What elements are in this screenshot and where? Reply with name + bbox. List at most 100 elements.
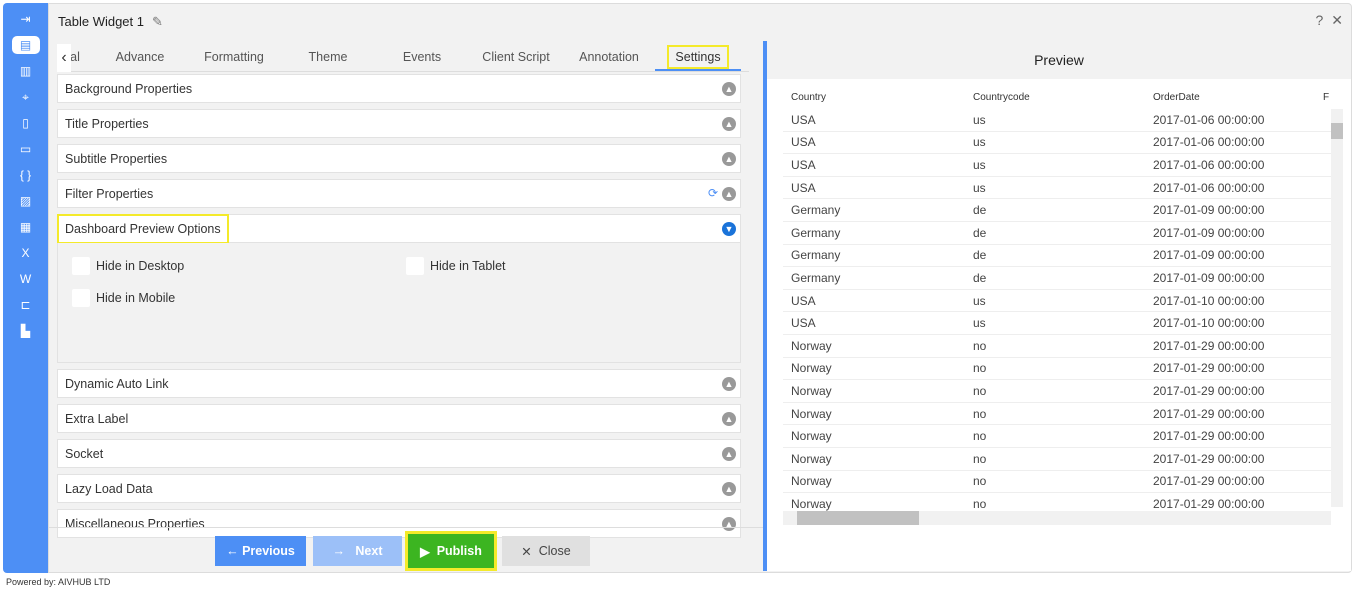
table-row[interactable]: Norway no 2017-01-29 00:00:00 (783, 380, 1331, 403)
table-cell: 2017-01-29 00:00:00 (1153, 429, 1265, 444)
table-row[interactable]: Germany de 2017-01-09 00:00:00 (783, 199, 1331, 222)
close-button[interactable]: ✕ Close (502, 536, 590, 566)
vertical-scrollbar[interactable] (1331, 109, 1343, 507)
table-cell: Norway (791, 383, 832, 398)
table-cell: no (973, 406, 987, 421)
hide-desktop-checkbox[interactable]: Hide in Desktop (72, 257, 184, 275)
table-cell: 2017-01-09 00:00:00 (1153, 203, 1265, 218)
table-cell: 2017-01-09 00:00:00 (1153, 248, 1265, 263)
dashboard-preview-options: Hide in Desktop Hide in Tablet Hide in M… (57, 243, 741, 363)
hide-mobile-checkbox[interactable]: Hide in Mobile (72, 289, 175, 307)
chevron-up-icon[interactable]: ▲ (722, 117, 736, 131)
tab-annotation[interactable]: Annotation (563, 44, 655, 71)
table-cell: USA (791, 112, 816, 127)
table-cell: USA (791, 157, 816, 172)
table-cell: 2017-01-29 00:00:00 (1153, 338, 1265, 353)
table-header: Country Countrycode OrderDate F (791, 91, 1330, 103)
section-subtitle[interactable]: Subtitle Properties ▲ (57, 144, 741, 173)
table-row[interactable]: USA us 2017-01-06 00:00:00 (783, 132, 1331, 155)
section-lazy-load[interactable]: Lazy Load Data ▲ (57, 474, 741, 503)
publish-button[interactable]: ▶ Publish (405, 531, 497, 571)
table-row[interactable]: Norway no 2017-01-29 00:00:00 (783, 448, 1331, 471)
help-button[interactable]: ? (1315, 12, 1323, 28)
table-cell: Norway (791, 361, 832, 376)
edit-icon[interactable]: ✎ (152, 14, 163, 29)
table-cell: Germany (791, 225, 841, 240)
refresh-icon[interactable]: ⟳ (708, 186, 718, 200)
tree-icon[interactable]: ⊏ (12, 296, 40, 314)
table-cell: no (973, 383, 987, 398)
table-row[interactable]: USA us 2017-01-06 00:00:00 (783, 177, 1331, 200)
next-button[interactable]: → Next (313, 536, 402, 566)
chevron-up-icon[interactable]: ▲ (722, 482, 736, 496)
tab-settings[interactable]: Settings (655, 44, 741, 71)
powered-by: Powered by: AIVHUB LTD (6, 577, 111, 587)
table-row[interactable]: Germany de 2017-01-09 00:00:00 (783, 222, 1331, 245)
table-cell: 2017-01-06 00:00:00 (1153, 157, 1265, 172)
tab-client-script[interactable]: Client Script (469, 44, 563, 71)
table-cell: Germany (791, 248, 841, 263)
chevron-up-icon[interactable]: ▲ (722, 152, 736, 166)
image-chart-icon[interactable]: ▨ (12, 192, 40, 210)
section-filter[interactable]: Filter Properties ⟳ ▲ (57, 179, 741, 208)
table-row[interactable]: Germany de 2017-01-09 00:00:00 (783, 267, 1331, 290)
table-row[interactable]: Norway no 2017-01-29 00:00:00 (783, 425, 1331, 448)
previous-button[interactable]: ← Previous (215, 536, 306, 566)
section-dynamic-auto-link[interactable]: Dynamic Auto Link ▲ (57, 369, 741, 398)
tab-bar: al Advance Formatting Theme Events Client Scr… (57, 44, 749, 72)
table-cell: 2017-01-06 00:00:00 (1153, 135, 1265, 150)
bar-chart-icon[interactable]: ▙ (12, 322, 40, 340)
table-cell: USA (791, 180, 816, 195)
tab-events[interactable]: Events (375, 44, 469, 71)
layout-icon[interactable]: ▦ (12, 218, 40, 236)
table-row[interactable]: USA us 2017-01-10 00:00:00 (783, 290, 1331, 313)
table-cell: 2017-01-10 00:00:00 (1153, 293, 1265, 308)
table-row[interactable]: USA us 2017-01-10 00:00:00 (783, 312, 1331, 335)
word-icon[interactable]: W (12, 270, 40, 288)
hide-tablet-checkbox[interactable]: Hide in Tablet (406, 257, 506, 275)
close-window-button[interactable]: ✕ (1331, 12, 1343, 28)
table-cell: 2017-01-09 00:00:00 (1153, 270, 1265, 285)
table-cell: no (973, 474, 987, 489)
chevron-up-icon[interactable]: ▲ (722, 377, 736, 391)
report-icon[interactable]: ▯ (12, 114, 40, 132)
table-cell: Germany (791, 270, 841, 285)
chevron-up-icon[interactable]: ▲ (722, 412, 736, 426)
table-row[interactable]: Norway no 2017-01-29 00:00:00 (783, 403, 1331, 426)
table-row[interactable]: Germany de 2017-01-09 00:00:00 (783, 245, 1331, 268)
map-icon[interactable]: ⌖ (12, 88, 40, 106)
contact-card-icon[interactable]: ▭ (12, 140, 40, 158)
table-row[interactable]: Norway no 2017-01-29 00:00:00 (783, 358, 1331, 381)
table-cell: de (973, 225, 987, 240)
tab-theme[interactable]: Theme (281, 44, 375, 71)
section-socket[interactable]: Socket ▲ (57, 439, 741, 468)
table-cell: 2017-01-06 00:00:00 (1153, 180, 1265, 195)
close-icon: ✕ (521, 544, 539, 559)
table-cell: 2017-01-06 00:00:00 (1153, 112, 1265, 127)
horizontal-scrollbar[interactable] (783, 511, 1331, 525)
chevron-down-icon[interactable]: ▼ (722, 222, 736, 236)
table-cell: us (973, 157, 986, 172)
table-row[interactable]: USA us 2017-01-06 00:00:00 (783, 109, 1331, 132)
section-title[interactable]: Title Properties ▲ (57, 109, 741, 138)
section-background[interactable]: Background Properties ▲ (57, 74, 741, 103)
chevron-up-icon[interactable]: ▲ (722, 82, 736, 96)
table-row[interactable]: USA us 2017-01-06 00:00:00 (783, 154, 1331, 177)
chart-icon[interactable]: ▥ (12, 62, 40, 80)
tab-scroll-left-icon[interactable]: ‹ (57, 44, 71, 72)
table-icon[interactable]: ▤ (11, 36, 40, 54)
chevron-up-icon[interactable]: ▲ (722, 187, 736, 201)
preview-title: Preview (767, 41, 1351, 79)
login-icon[interactable]: ⇥ (12, 10, 40, 28)
table-row[interactable]: Norway no 2017-01-29 00:00:00 (783, 335, 1331, 358)
section-extra-label[interactable]: Extra Label ▲ (57, 404, 741, 433)
sidebar: ⇥ ▤ ▥ ⌖ ▯ ▭ { } ▨ ▦ X W ⊏ ▙ (3, 3, 48, 573)
table-row[interactable]: Norway no 2017-01-29 00:00:00 (783, 471, 1331, 494)
table-cell: 2017-01-29 00:00:00 (1153, 406, 1265, 421)
excel-icon[interactable]: X (12, 244, 40, 262)
code-braces-icon[interactable]: { } (12, 166, 40, 184)
chevron-up-icon[interactable]: ▲ (722, 447, 736, 461)
tab-advance[interactable]: Advance (93, 44, 187, 71)
section-dashboard-preview[interactable]: Dashboard Preview Options ▼ (57, 213, 741, 244)
tab-formatting[interactable]: Formatting (187, 44, 281, 71)
